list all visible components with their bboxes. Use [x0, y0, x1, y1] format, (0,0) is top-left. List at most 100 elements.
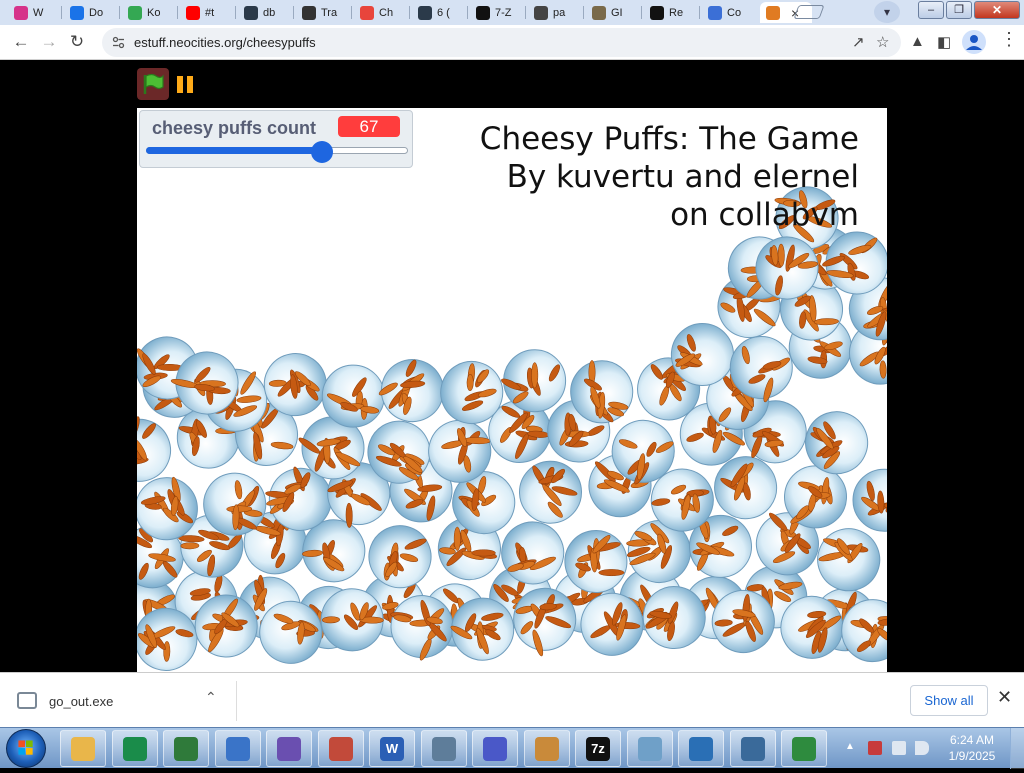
chevron-up-icon[interactable]: ⌃	[205, 689, 217, 706]
tab[interactable]: #t	[180, 2, 236, 23]
tab-separator	[641, 6, 642, 19]
arrow-right-icon: →	[40, 32, 58, 51]
tab[interactable]: Tra	[296, 2, 352, 23]
slider-thumb[interactable]	[310, 141, 333, 163]
cheesy-puff-bowl	[852, 468, 887, 532]
title-line-1: Cheesy Puffs: The Game	[479, 121, 859, 157]
window-close-button[interactable]: ✕	[974, 1, 1020, 19]
site-info-icon[interactable]	[112, 36, 125, 49]
monitor-value: 67	[338, 116, 400, 137]
minimize-icon: –	[927, 4, 935, 16]
count-slider[interactable]	[146, 141, 408, 163]
chevron-down-icon: ▾	[883, 5, 891, 19]
browser-toolbar: ← → ↻ estuff.neocities.org/cheesypuffs ↗…	[0, 25, 1024, 60]
tab[interactable]: db	[238, 2, 294, 23]
start-button[interactable]	[6, 729, 46, 768]
taskbar-app[interactable]	[266, 730, 312, 767]
profile-avatar-button[interactable]	[962, 30, 986, 54]
address-bar[interactable]: estuff.neocities.org/cheesypuffs ↗ ☆	[102, 28, 901, 57]
windows-logo-icon	[18, 740, 33, 755]
download-icon	[70, 5, 84, 20]
remote-desktop-icon	[689, 737, 713, 761]
search-icon	[708, 5, 722, 20]
tab-separator	[177, 6, 178, 19]
tab[interactable]: W	[8, 2, 62, 23]
tab-label: Ko	[147, 6, 161, 19]
tab[interactable]: GI	[586, 2, 642, 23]
tab[interactable]: 7-Z	[470, 2, 526, 23]
tab-label: Do	[89, 6, 104, 19]
tab[interactable]: Do	[64, 2, 120, 23]
github-icon	[650, 5, 664, 20]
taskbar-app[interactable]	[626, 730, 673, 767]
taskbar-app[interactable]	[317, 730, 364, 767]
tab-label: Co	[727, 6, 742, 19]
taskbar-app[interactable]	[472, 730, 518, 767]
clock-time: 6:24 AM	[949, 733, 995, 747]
tab-label: Re	[669, 6, 684, 19]
security-alert-icon[interactable]	[868, 741, 882, 755]
game-title: Cheesy Puffs: The Game By kuvertu and el…	[480, 120, 859, 234]
green-flag-button[interactable]	[137, 68, 169, 100]
tab-label: Ch	[379, 6, 394, 19]
cheesy-puff-bowl	[817, 528, 881, 592]
labs-flask-icon[interactable]: ▲	[910, 33, 925, 50]
console-icon	[792, 737, 816, 761]
forward-button[interactable]: →	[38, 31, 60, 53]
taskbar-app[interactable]	[678, 730, 724, 767]
title-line-3: on collabvm	[670, 197, 859, 233]
taskbar-app[interactable]	[729, 730, 776, 767]
tab[interactable]: Ko	[122, 2, 178, 23]
tray-expand-icon[interactable]: ▲	[845, 741, 855, 752]
url-text[interactable]: estuff.neocities.org/cheesypuffs	[134, 35, 316, 50]
tab-strip: W Do Ko #t db Tra Ch 6 (7-Z pa GI Re Co × ▾ – ❐ ✕	[0, 0, 1024, 25]
taskbar-app[interactable]	[523, 730, 570, 767]
restore-button[interactable]: ❐	[946, 1, 972, 19]
notepad-icon	[637, 737, 662, 761]
taskbar-app[interactable]	[60, 730, 106, 767]
menu-kebab-icon[interactable]: ⋮	[1000, 29, 1018, 50]
clock[interactable]: 6:24 AM 1/9/2025	[940, 732, 1004, 764]
tab-separator	[61, 6, 62, 19]
game-stage[interactable]: cheesy puffs count 67 Cheesy Puffs: The …	[137, 108, 887, 672]
show-all-button[interactable]: Show all	[910, 685, 988, 716]
pause-button[interactable]	[177, 76, 193, 94]
monitor-label: cheesy puffs count	[152, 118, 317, 138]
taskbar-app[interactable]: 7z	[575, 730, 621, 767]
network-icon[interactable]	[892, 741, 906, 755]
taskbar-app[interactable]: W	[369, 730, 415, 767]
volume-icon[interactable]	[915, 741, 929, 755]
tab[interactable]: pa	[528, 2, 584, 23]
tab[interactable]: Co	[702, 2, 758, 23]
virus-icon	[277, 737, 301, 761]
explorer-folder-icon	[71, 737, 95, 761]
reload-button[interactable]: ↻	[66, 31, 88, 53]
7zip-icon: 7z	[586, 737, 610, 761]
tab-separator	[583, 6, 584, 19]
taskbar: W 7z ▲ 6:24 AM 1/9/2025	[0, 727, 1024, 769]
taskbar-app[interactable]	[214, 730, 261, 767]
restore-icon: ❐	[954, 4, 964, 16]
network-icon	[740, 737, 765, 761]
show-desktop-button[interactable]	[1010, 728, 1024, 769]
taskbar-app[interactable]	[420, 730, 467, 767]
tab[interactable]: Re	[644, 2, 700, 23]
tab-search-button[interactable]: ▾	[874, 1, 900, 23]
minimize-button[interactable]: –	[918, 1, 944, 19]
pause-icon	[187, 76, 193, 93]
taskbar-app[interactable]	[163, 730, 209, 767]
taskbar-app[interactable]	[111, 730, 158, 767]
close-icon[interactable]: ✕	[997, 687, 1012, 708]
back-button[interactable]: ←	[10, 31, 32, 53]
new-tab-button[interactable]	[793, 5, 825, 19]
share-icon[interactable]: ↗	[852, 33, 865, 51]
tab-label: GI	[611, 6, 623, 19]
bookmark-star-icon[interactable]: ☆	[876, 33, 889, 51]
infinity-icon	[483, 737, 507, 761]
taskbar-app[interactable]	[781, 730, 827, 767]
variable-monitor: cheesy puffs count 67	[139, 110, 413, 168]
side-panel-icon[interactable]: ◧	[937, 33, 951, 51]
tab[interactable]: Ch	[354, 2, 410, 23]
download-filename[interactable]: go_out.exe	[49, 694, 113, 709]
tab[interactable]: 6 (	[412, 2, 468, 23]
